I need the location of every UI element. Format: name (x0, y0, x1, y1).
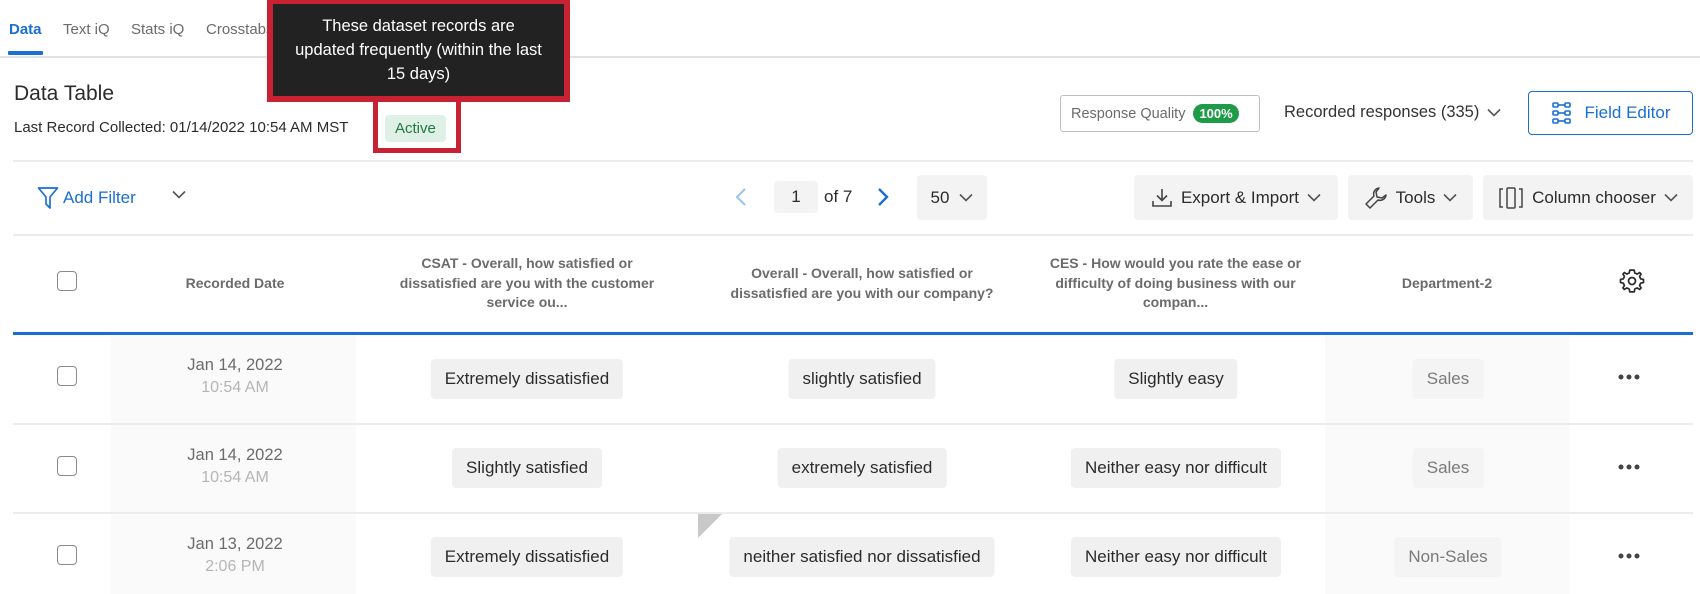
ces-value: Slightly easy (1114, 359, 1238, 399)
last-record-collected: Last Record Collected: 01/14/2022 10:54 … (14, 119, 349, 136)
previous-page-icon[interactable] (735, 187, 747, 207)
ces-value: Neither easy nor difficult (1070, 537, 1282, 577)
chevron-down-icon (959, 193, 974, 202)
overall-value: extremely satisfied (777, 448, 947, 488)
recorded-responses-dropdown[interactable]: Recorded responses (335) (1284, 103, 1501, 122)
field-editor-icon (1551, 102, 1571, 124)
column-header-overall[interactable]: Overall - Overall, how satisfied or diss… (716, 264, 1008, 303)
tools-button[interactable]: Tools (1348, 175, 1473, 220)
row-divider (13, 423, 1693, 425)
gear-icon[interactable] (1619, 268, 1645, 294)
divider (13, 234, 1693, 236)
column-header-recorded-date[interactable]: Recorded Date (135, 274, 335, 294)
filter-options-chevron-icon[interactable] (172, 190, 186, 199)
columns-icon (1499, 186, 1523, 209)
chevron-down-icon (1443, 193, 1457, 202)
tab-crosstabs[interactable]: Crosstabs (206, 21, 274, 38)
chevron-down-icon (1664, 193, 1678, 202)
cell-edited-marker (698, 514, 722, 538)
recorded-date: Jan 14, 2022 (187, 446, 283, 464)
tools-label: Tools (1395, 187, 1436, 207)
tab-data[interactable]: Data (9, 21, 42, 38)
recorded-date: Jan 13, 2022 (187, 535, 283, 553)
recorded-date-cell: Jan 14, 2022 10:54 AM (110, 356, 360, 397)
department-value: Sales (1412, 359, 1484, 399)
overall-value: slightly satisfied (788, 359, 936, 399)
csat-value: Slightly satisfied (452, 448, 602, 488)
response-quality-button[interactable]: Response Quality 100% (1060, 95, 1260, 132)
status-badge-highlight (373, 101, 461, 153)
field-editor-label: Field Editor (1584, 103, 1671, 122)
more-options-icon[interactable] (1618, 374, 1640, 380)
chevron-down-icon (1487, 108, 1501, 117)
more-options-icon[interactable] (1618, 464, 1640, 470)
csat-value: Extremely dissatisfied (430, 359, 624, 399)
add-filter-label: Add Filter (63, 188, 136, 207)
tab-text-iq[interactable]: Text iQ (63, 21, 110, 38)
tooltip-text: These dataset records are updated freque… (295, 17, 542, 83)
add-filter-button[interactable]: Add Filter (37, 186, 136, 210)
row-checkbox[interactable] (57, 545, 77, 565)
row-checkbox[interactable] (57, 456, 77, 476)
recorded-time: 10:54 AM (201, 379, 269, 396)
chevron-down-icon (1307, 193, 1321, 202)
response-quality-score: 100% (1193, 104, 1239, 123)
filter-icon (37, 187, 59, 209)
status-tooltip: These dataset records are updated freque… (267, 0, 570, 102)
column-chooser-button[interactable]: Column chooser (1483, 175, 1693, 220)
next-page-icon[interactable] (877, 187, 889, 207)
field-editor-button[interactable]: Field Editor (1528, 91, 1693, 135)
wrench-icon (1364, 186, 1387, 209)
csat-value: Extremely dissatisfied (430, 537, 624, 577)
tab-stats-iq[interactable]: Stats iQ (131, 21, 184, 38)
column-header-csat[interactable]: CSAT - Overall, how satisfied or dissati… (390, 254, 664, 313)
column-header-department[interactable]: Department-2 (1347, 274, 1547, 294)
recorded-responses-label: Recorded responses (335) (1284, 103, 1480, 121)
rows-per-page-value: 50 (930, 187, 950, 207)
recorded-date-cell: Jan 13, 2022 2:06 PM (110, 535, 360, 576)
export-import-label: Export & Import (1180, 187, 1300, 207)
row-divider (13, 512, 1693, 514)
divider (13, 160, 1693, 162)
recorded-date-cell: Jan 14, 2022 10:54 AM (110, 446, 360, 487)
page-count: of 7 (824, 187, 853, 206)
tab-bar: Data Text iQ Stats iQ Crosstabs (0, 0, 1700, 58)
download-icon (1152, 188, 1172, 207)
active-tab-indicator (8, 51, 43, 55)
department-value: Sales (1412, 448, 1484, 488)
row-checkbox[interactable] (57, 366, 77, 386)
recorded-time: 2:06 PM (205, 558, 265, 575)
department-value: Non-Sales (1394, 537, 1502, 577)
page-number-input[interactable] (774, 181, 818, 213)
export-import-button[interactable]: Export & Import (1134, 175, 1338, 220)
recorded-date: Jan 14, 2022 (187, 356, 283, 374)
select-all-checkbox[interactable] (57, 271, 77, 291)
response-quality-label: Response Quality (1071, 105, 1186, 122)
more-options-icon[interactable] (1618, 553, 1640, 559)
ces-value: Neither easy nor difficult (1070, 448, 1282, 488)
header-divider (13, 332, 1693, 335)
column-header-ces[interactable]: CES - How would you rate the ease or dif… (1048, 254, 1303, 313)
overall-value: neither satisfied nor dissatisfied (729, 537, 995, 577)
column-chooser-label: Column chooser (1532, 187, 1656, 207)
page-title: Data Table (14, 82, 115, 105)
recorded-time: 10:54 AM (201, 469, 269, 486)
rows-per-page-dropdown[interactable]: 50 (917, 175, 987, 220)
